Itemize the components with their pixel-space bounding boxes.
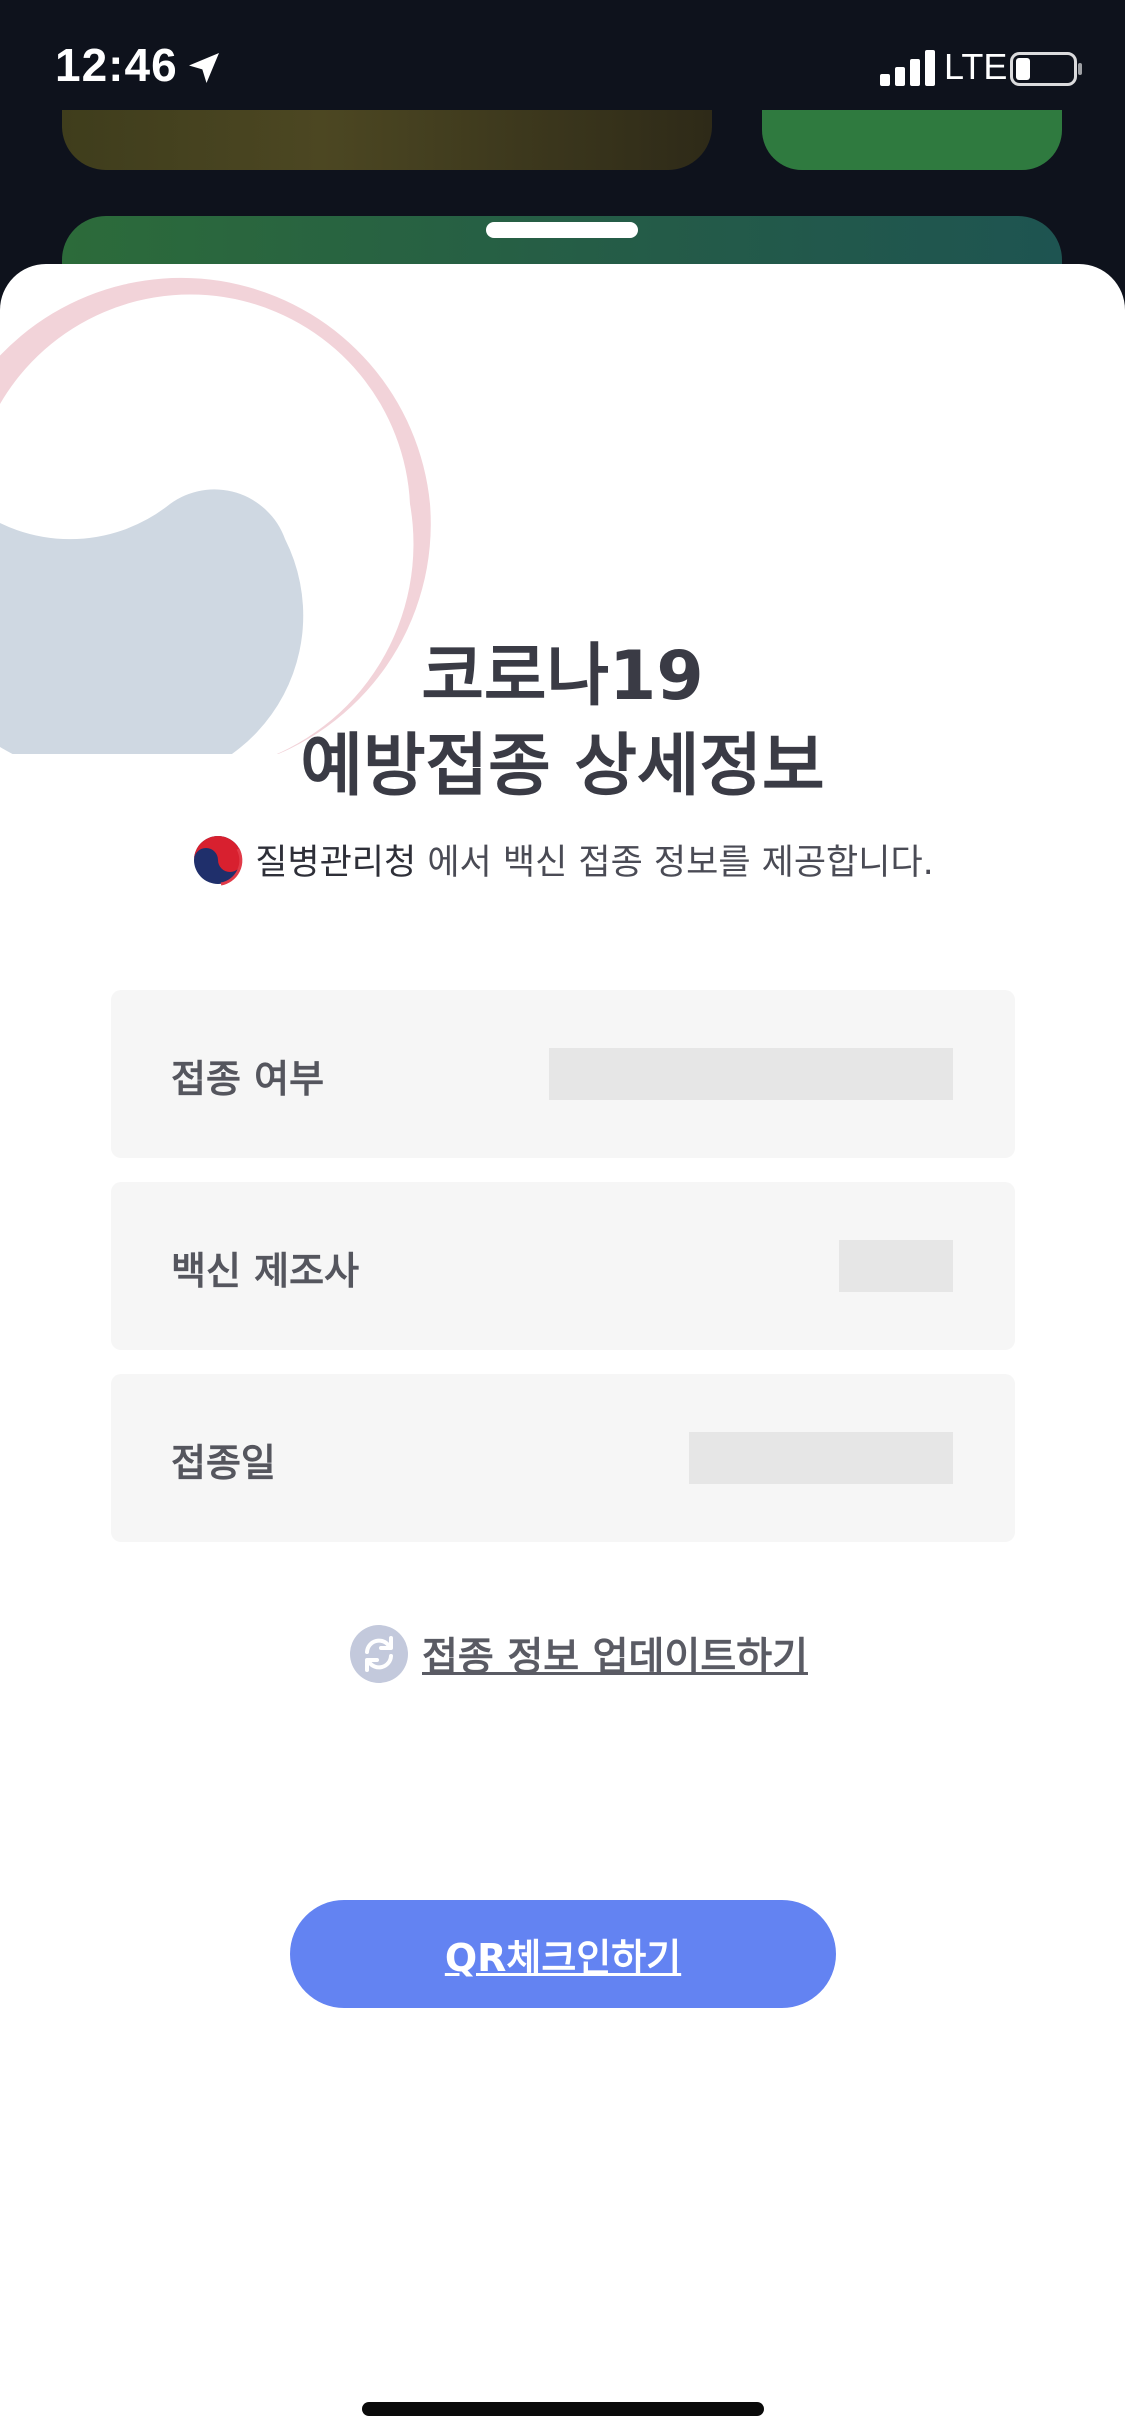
- provider-line: 질병관리청 에서 백신 접종 정보를 제공합니다.: [0, 834, 1125, 891]
- status-network: LTE: [944, 46, 1008, 87]
- vaccination-detail-sheet: 코로나19 예방접종 상세정보 질병관리청 에서 백신 접종 정보를 제공합니다…: [0, 264, 1125, 2436]
- update-vaccination-info-link[interactable]: 접종 정보 업데이트하기: [350, 1624, 808, 1684]
- background-card-left: [62, 110, 712, 170]
- provider-description: 에서 백신 접종 정보를 제공합니다.: [416, 843, 934, 883]
- info-row-vaccine-manufacturer: 백신 제조사: [111, 1182, 1015, 1350]
- page-title-line-2: 예방접종 상세정보: [300, 727, 825, 806]
- provider-name: 질병관리청: [255, 843, 417, 883]
- battery-icon: [1010, 52, 1082, 86]
- sheet-drag-handle[interactable]: [486, 222, 638, 238]
- location-arrow-icon: [189, 53, 219, 83]
- info-row-vaccination-date: 접종일: [111, 1374, 1015, 1542]
- info-value-redacted: [839, 1240, 953, 1292]
- info-label: 접종일: [171, 1441, 276, 1485]
- info-label: 백신 제조사: [171, 1249, 360, 1293]
- info-label: 접종 여부: [171, 1057, 325, 1101]
- info-value-redacted: [689, 1432, 953, 1484]
- page-title: 코로나19 예방접종 상세정보: [0, 632, 1125, 812]
- qr-checkin-button[interactable]: QR체크인하기: [290, 1900, 836, 2008]
- info-row-vaccination-status: 접종 여부: [111, 990, 1015, 1158]
- update-vaccination-info-label[interactable]: 접종 정보 업데이트하기: [422, 1626, 808, 1682]
- home-indicator[interactable]: [362, 2402, 764, 2416]
- kdca-logo-icon: [194, 836, 243, 886]
- screen: 12:46 LTE 코로나19 예방접종 상세정보 질병관리청 에서 백신 접종…: [0, 0, 1125, 2436]
- background-card-right: [762, 110, 1062, 170]
- refresh-icon: [350, 1625, 408, 1683]
- page-title-line-1: 코로나19: [421, 637, 704, 716]
- status-time: 12:46: [55, 39, 178, 91]
- cellular-signal-icon: [880, 50, 935, 86]
- info-value-redacted: [549, 1048, 953, 1100]
